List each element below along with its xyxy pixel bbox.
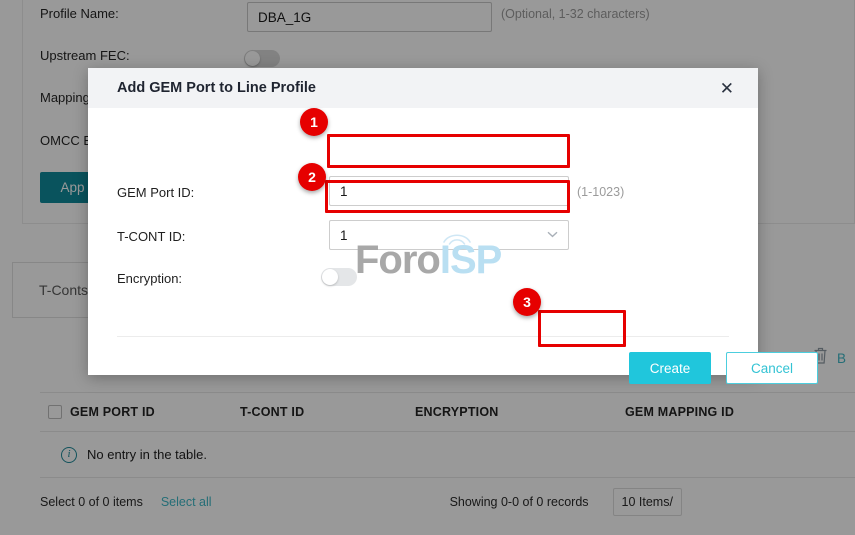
gem-port-id-hint: (1-1023) xyxy=(577,185,624,199)
annotation-badge-2: 2 xyxy=(298,163,326,191)
toggle-knob xyxy=(322,269,338,285)
t-cont-id-value: 1 xyxy=(340,228,348,243)
encryption-toggle[interactable] xyxy=(321,268,357,286)
annotation-badge-1: 1 xyxy=(300,108,328,136)
add-gem-port-dialog: Add GEM Port to Line Profile ✕ GEM Port … xyxy=(88,68,758,375)
dialog-title: Add GEM Port to Line Profile xyxy=(117,80,316,96)
cancel-button-label: Cancel xyxy=(751,361,793,376)
gem-port-id-input[interactable]: 1 xyxy=(329,176,569,206)
t-cont-id-select[interactable]: 1 xyxy=(329,220,569,250)
create-button-label: Create xyxy=(650,361,691,376)
gem-port-id-value: 1 xyxy=(340,184,348,199)
dialog-header: Add GEM Port to Line Profile ✕ xyxy=(88,68,758,108)
gem-port-id-label: GEM Port ID: xyxy=(117,185,194,200)
annotation-badge-3: 3 xyxy=(513,288,541,316)
cancel-button[interactable]: Cancel xyxy=(726,352,818,384)
encryption-label: Encryption: xyxy=(117,271,182,286)
create-button[interactable]: Create xyxy=(629,352,711,384)
close-icon[interactable]: ✕ xyxy=(716,78,738,99)
dialog-divider xyxy=(117,336,729,337)
dialog-body: GEM Port ID: 1 (1-1023) T-CONT ID: 1 Enc… xyxy=(88,108,758,375)
chevron-down-icon xyxy=(547,230,558,241)
t-cont-id-label: T-CONT ID: xyxy=(117,229,185,244)
